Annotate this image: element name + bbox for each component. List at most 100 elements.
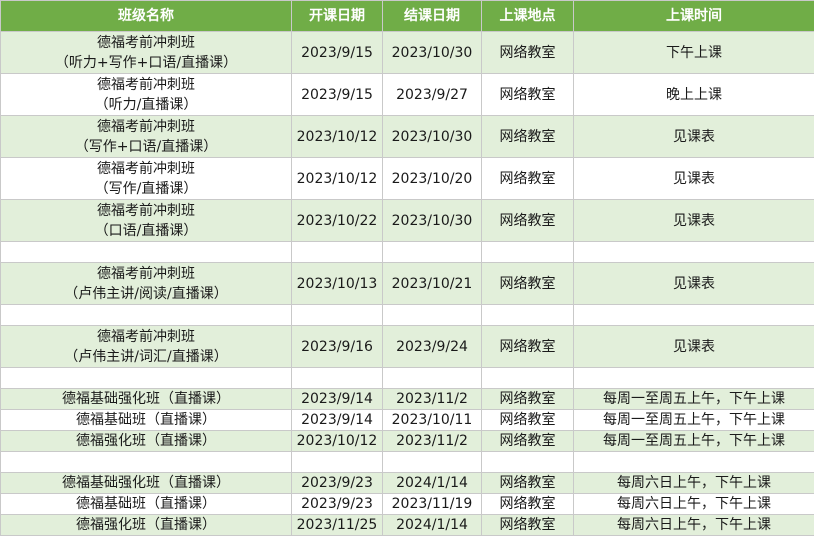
- end-date-cell: 2023/11/19: [383, 494, 482, 515]
- class-name-cell: 德福考前冲刺班（写作+口语/直播课）: [1, 116, 292, 158]
- location-cell: 网络教室: [482, 515, 574, 536]
- start-date-cell: 2023/9/23: [292, 494, 383, 515]
- class-name: 德福考前冲刺班: [1, 201, 291, 221]
- table-row: 德福基础强化班（直播课） 2023/9/23 2024/1/14 网络教室 每周…: [1, 473, 814, 494]
- empty-row: [1, 242, 814, 263]
- empty-cell: [1, 242, 292, 263]
- empty-cell: [574, 305, 814, 326]
- empty-cell: [383, 305, 482, 326]
- location-cell: 网络教室: [482, 158, 574, 200]
- location-cell: 网络教室: [482, 326, 574, 368]
- empty-cell: [292, 368, 383, 389]
- class-name-cell: 德福基础班（直播课）: [1, 494, 292, 515]
- location-cell: 网络教室: [482, 263, 574, 305]
- empty-cell: [383, 368, 482, 389]
- class-time-cell: 见课表: [574, 200, 814, 242]
- empty-cell: [1, 452, 292, 473]
- class-subtitle: （写作/直播课）: [1, 179, 291, 199]
- start-date-cell: 2023/11/25: [292, 515, 383, 536]
- class-time-cell: 每周一至周五上午，下午上课: [574, 410, 814, 431]
- header-row: 班级名称 开课日期 结课日期 上课地点 上课时间: [1, 1, 814, 32]
- empty-cell: [1, 368, 292, 389]
- class-name-cell: 德福基础强化班（直播课）: [1, 389, 292, 410]
- class-time-cell: 每周一至周五上午，下午上课: [574, 389, 814, 410]
- table-row: 德福强化班（直播课） 2023/10/12 2023/11/2 网络教室 每周一…: [1, 431, 814, 452]
- empty-cell: [383, 452, 482, 473]
- end-date-cell: 2023/11/2: [383, 389, 482, 410]
- table-row: 德福考前冲刺班（听力/直播课） 2023/9/15 2023/9/27 网络教室…: [1, 74, 814, 116]
- class-name-cell: 德福考前冲刺班（卢伟主讲/阅读/直播课）: [1, 263, 292, 305]
- table-row: 德福考前冲刺班（口语/直播课） 2023/10/22 2023/10/30 网络…: [1, 200, 814, 242]
- empty-cell: [482, 305, 574, 326]
- class-time-cell: 每周一至周五上午，下午上课: [574, 431, 814, 452]
- header-end-date: 结课日期: [383, 1, 482, 32]
- class-name: 德福考前冲刺班: [1, 117, 291, 137]
- end-date-cell: 2023/10/20: [383, 158, 482, 200]
- class-time-cell: 见课表: [574, 263, 814, 305]
- table-row: 德福基础班（直播课） 2023/9/14 2023/10/11 网络教室 每周一…: [1, 410, 814, 431]
- class-time-cell: 见课表: [574, 116, 814, 158]
- end-date-cell: 2023/9/24: [383, 326, 482, 368]
- start-date-cell: 2023/10/12: [292, 431, 383, 452]
- class-name-cell: 德福基础班（直播课）: [1, 410, 292, 431]
- table-row: 德福考前冲刺班（写作+口语/直播课） 2023/10/12 2023/10/30…: [1, 116, 814, 158]
- location-cell: 网络教室: [482, 473, 574, 494]
- empty-cell: [292, 305, 383, 326]
- class-time-cell: 晚上上课: [574, 74, 814, 116]
- empty-row: [1, 305, 814, 326]
- class-name-cell: 德福考前冲刺班（听力+写作+口语/直播课）: [1, 32, 292, 74]
- table-row: 德福考前冲刺班（听力+写作+口语/直播课） 2023/9/15 2023/10/…: [1, 32, 814, 74]
- start-date-cell: 2023/9/23: [292, 473, 383, 494]
- class-name: 德福考前冲刺班: [1, 75, 291, 95]
- class-name-cell: 德福基础强化班（直播课）: [1, 473, 292, 494]
- empty-cell: [482, 368, 574, 389]
- header-class-name: 班级名称: [1, 1, 292, 32]
- table-row: 德福基础强化班（直播课） 2023/9/14 2023/11/2 网络教室 每周…: [1, 389, 814, 410]
- header-class-time: 上课时间: [574, 1, 814, 32]
- class-name-cell: 德福考前冲刺班（听力/直播课）: [1, 74, 292, 116]
- class-time-cell: 见课表: [574, 158, 814, 200]
- class-name-cell: 德福考前冲刺班（口语/直播课）: [1, 200, 292, 242]
- start-date-cell: 2023/9/15: [292, 74, 383, 116]
- class-name-cell: 德福强化班（直播课）: [1, 515, 292, 536]
- header-start-date: 开课日期: [292, 1, 383, 32]
- empty-cell: [574, 452, 814, 473]
- class-subtitle: （卢伟主讲/词汇/直播课）: [1, 347, 291, 367]
- location-cell: 网络教室: [482, 389, 574, 410]
- class-name-cell: 德福强化班（直播课）: [1, 431, 292, 452]
- end-date-cell: 2024/1/14: [383, 515, 482, 536]
- start-date-cell: 2023/10/12: [292, 116, 383, 158]
- empty-cell: [482, 242, 574, 263]
- table-row: 德福考前冲刺班（卢伟主讲/阅读/直播课） 2023/10/13 2023/10/…: [1, 263, 814, 305]
- location-cell: 网络教室: [482, 494, 574, 515]
- class-name: 德福考前冲刺班: [1, 159, 291, 179]
- end-date-cell: 2023/10/30: [383, 116, 482, 158]
- class-name-cell: 德福考前冲刺班（写作/直播课）: [1, 158, 292, 200]
- start-date-cell: 2023/9/16: [292, 326, 383, 368]
- class-time-cell: 下午上课: [574, 32, 814, 74]
- end-date-cell: 2023/9/27: [383, 74, 482, 116]
- class-subtitle: （口语/直播课）: [1, 221, 291, 241]
- location-cell: 网络教室: [482, 410, 574, 431]
- empty-cell: [574, 368, 814, 389]
- empty-cell: [574, 242, 814, 263]
- location-cell: 网络教室: [482, 32, 574, 74]
- class-subtitle: （卢伟主讲/阅读/直播课）: [1, 284, 291, 304]
- class-subtitle: （听力+写作+口语/直播课）: [1, 53, 291, 73]
- start-date-cell: 2023/9/14: [292, 410, 383, 431]
- end-date-cell: 2024/1/14: [383, 473, 482, 494]
- location-cell: 网络教室: [482, 116, 574, 158]
- class-name: 德福考前冲刺班: [1, 264, 291, 284]
- empty-cell: [1, 305, 292, 326]
- location-cell: 网络教室: [482, 200, 574, 242]
- table-row: 德福考前冲刺班（写作/直播课） 2023/10/12 2023/10/20 网络…: [1, 158, 814, 200]
- end-date-cell: 2023/10/30: [383, 200, 482, 242]
- end-date-cell: 2023/10/11: [383, 410, 482, 431]
- location-cell: 网络教室: [482, 74, 574, 116]
- start-date-cell: 2023/10/12: [292, 158, 383, 200]
- header-location: 上课地点: [482, 1, 574, 32]
- class-time-cell: 见课表: [574, 326, 814, 368]
- table-row: 德福考前冲刺班（卢伟主讲/词汇/直播课） 2023/9/16 2023/9/24…: [1, 326, 814, 368]
- end-date-cell: 2023/10/30: [383, 32, 482, 74]
- class-name-cell: 德福考前冲刺班（卢伟主讲/词汇/直播课）: [1, 326, 292, 368]
